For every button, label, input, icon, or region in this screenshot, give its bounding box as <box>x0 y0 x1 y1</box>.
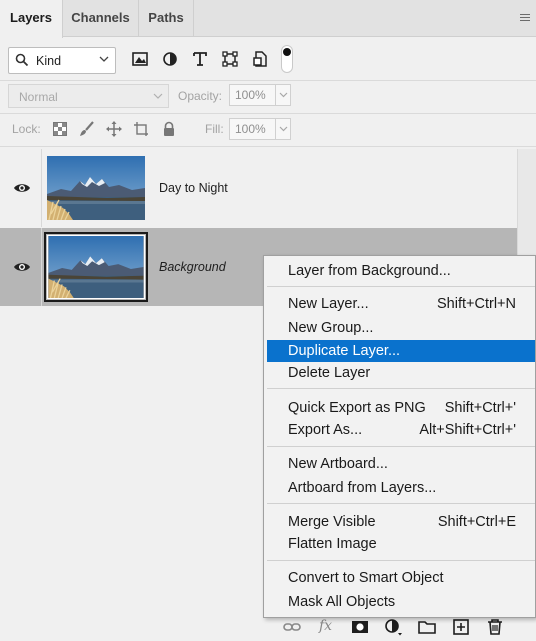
menu-separator <box>267 446 535 447</box>
new-layer-icon[interactable] <box>452 618 470 636</box>
layer-name[interactable]: Background <box>159 260 226 274</box>
blend-mode-value: Normal <box>19 90 58 104</box>
menu-separator <box>267 388 535 389</box>
lock-image-pixels-icon[interactable] <box>79 121 95 137</box>
filter-toggle-icon[interactable] <box>281 45 293 73</box>
trash-icon[interactable] <box>486 618 504 636</box>
menu-item-flatten-image[interactable]: Flatten Image <box>267 533 535 555</box>
menu-item-mask-all-objects[interactable]: Mask All Objects <box>267 591 535 613</box>
layer-thumbnail <box>44 232 148 302</box>
link-layers-icon[interactable] <box>283 618 301 636</box>
search-icon <box>15 53 29 67</box>
tab-layers[interactable]: Layers <box>0 0 63 38</box>
new-group-icon[interactable] <box>418 618 436 636</box>
adjustment-layer-icon[interactable] <box>384 618 402 636</box>
layers-panel: Layers Channels Paths Kind Normal Opacit… <box>0 0 536 641</box>
tab-bar: Layers Channels Paths <box>0 0 536 38</box>
menu-item-duplicate-layer[interactable]: Duplicate Layer... <box>267 340 535 362</box>
panel-menu-icon[interactable] <box>520 14 530 22</box>
chevron-down-icon <box>279 92 288 98</box>
shape-filter-icon[interactable] <box>221 49 239 69</box>
menu-item-export-as[interactable]: Export As... Alt+Shift+Ctrl+' <box>267 419 535 441</box>
eye-icon <box>14 184 30 192</box>
layer-thumbnail <box>47 156 145 220</box>
fx-icon[interactable]: fx <box>319 618 337 636</box>
layer-name[interactable]: Day to Night <box>159 181 228 195</box>
adjustment-filter-icon[interactable] <box>161 49 179 69</box>
menu-item-merge-visible[interactable]: Merge Visible Shift+Ctrl+E <box>267 511 535 533</box>
tab-channels[interactable]: Channels <box>63 0 139 37</box>
layer-context-menu: Layer from Background... New Layer... Shi… <box>263 255 536 618</box>
chevron-down-icon <box>99 56 109 62</box>
menu-item-quick-export-png[interactable]: Quick Export as PNG Shift+Ctrl+' <box>267 397 535 419</box>
image-filter-icon[interactable] <box>131 49 149 69</box>
opacity-value: 100% <box>235 88 266 102</box>
menu-separator <box>267 503 535 504</box>
divider <box>0 146 536 147</box>
lock-artboard-icon[interactable] <box>133 121 149 137</box>
eye-icon <box>14 263 30 271</box>
blend-mode-select[interactable]: Normal <box>8 84 169 108</box>
type-filter-icon[interactable] <box>191 49 209 69</box>
fill-label: Fill: <box>205 122 224 136</box>
fill-dropdown[interactable] <box>275 119 290 139</box>
filter-kind-label: Kind <box>36 54 62 68</box>
fill-field[interactable]: 100% <box>229 118 291 140</box>
lock-all-icon[interactable] <box>161 121 177 137</box>
opacity-label: Opacity: <box>178 89 223 103</box>
menu-separator <box>267 560 535 561</box>
chevron-down-icon <box>279 126 288 132</box>
opacity-field[interactable]: 100% <box>229 84 291 106</box>
menu-item-layer-from-background[interactable]: Layer from Background... <box>267 260 535 282</box>
fill-value: 100% <box>235 122 266 136</box>
layer-row-day-to-night[interactable]: Day to Night <box>0 149 517 227</box>
lock-label: Lock: <box>12 122 41 136</box>
lock-transparent-pixels-icon[interactable] <box>52 121 68 137</box>
filter-kind-select[interactable]: Kind <box>8 47 116 74</box>
menu-item-new-layer[interactable]: New Layer... Shift+Ctrl+N <box>267 293 535 315</box>
menu-item-new-artboard[interactable]: New Artboard... <box>267 453 535 475</box>
lock-position-icon[interactable] <box>106 121 122 137</box>
visibility-toggle[interactable] <box>0 228 42 306</box>
opacity-dropdown[interactable] <box>275 85 290 105</box>
menu-item-delete-layer[interactable]: Delete Layer <box>267 362 535 384</box>
tab-paths[interactable]: Paths <box>139 0 194 37</box>
visibility-toggle[interactable] <box>0 149 42 227</box>
divider <box>0 80 536 81</box>
menu-item-convert-to-smart-object[interactable]: Convert to Smart Object <box>267 567 535 589</box>
menu-item-artboard-from-layers[interactable]: Artboard from Layers... <box>267 477 535 499</box>
menu-separator <box>267 286 535 287</box>
divider <box>0 113 536 114</box>
chevron-down-icon <box>153 93 163 99</box>
menu-item-new-group[interactable]: New Group... <box>267 317 535 339</box>
add-mask-icon[interactable] <box>351 618 369 636</box>
smart-object-filter-icon[interactable] <box>251 49 269 69</box>
